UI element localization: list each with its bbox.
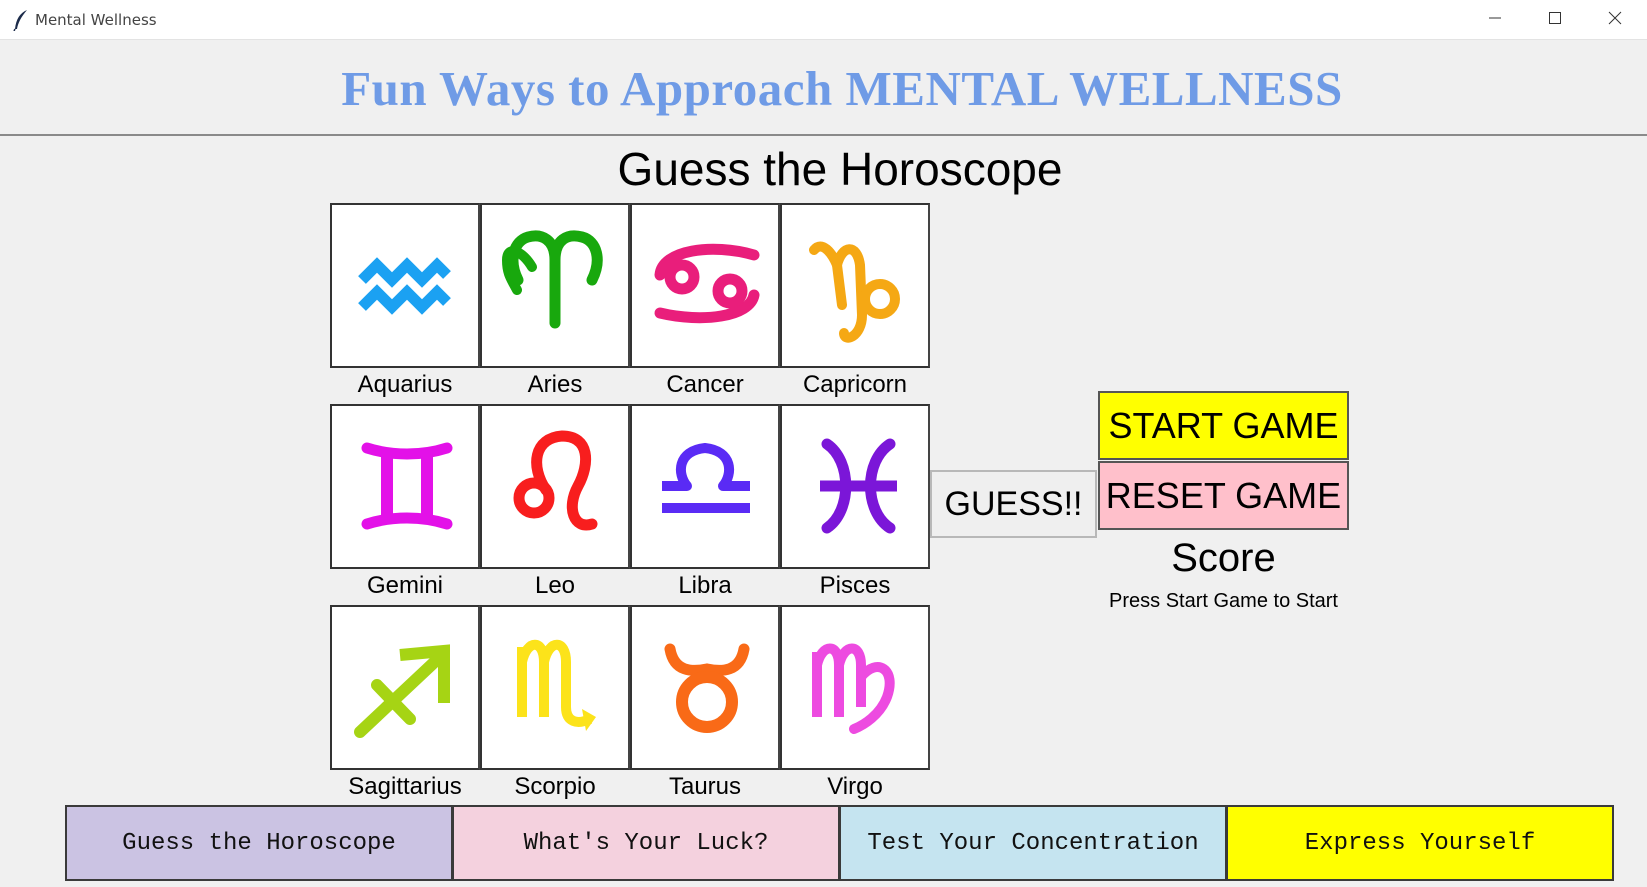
minimize-button[interactable] bbox=[1467, 0, 1523, 40]
reset-game-button[interactable]: RESET GAME bbox=[1098, 461, 1349, 530]
start-game-button[interactable]: START GAME bbox=[1098, 391, 1349, 460]
close-button[interactable] bbox=[1587, 0, 1643, 40]
title-bar: Mental Wellness bbox=[0, 0, 1647, 40]
sign-label: Libra bbox=[678, 572, 732, 599]
sign-tile-scorpio[interactable] bbox=[480, 605, 630, 770]
sign-tile-taurus[interactable] bbox=[630, 605, 780, 770]
score-title: Score bbox=[1171, 536, 1276, 580]
taurus-icon bbox=[664, 643, 750, 733]
maximize-button[interactable] bbox=[1527, 0, 1583, 40]
sign-tile-leo[interactable] bbox=[480, 404, 630, 569]
sign-tile-aries[interactable] bbox=[480, 203, 630, 368]
aries-icon bbox=[501, 230, 603, 329]
sign-tile-virgo[interactable] bbox=[780, 605, 930, 770]
capricorn-icon bbox=[809, 241, 900, 343]
nav-test-concentration[interactable]: Test Your Concentration bbox=[839, 805, 1227, 881]
libra-icon bbox=[662, 443, 750, 513]
sign-tile-aquarius[interactable] bbox=[330, 203, 480, 368]
sign-label: Leo bbox=[534, 572, 576, 599]
sign-tile-capricorn[interactable] bbox=[780, 203, 930, 368]
leo-icon bbox=[513, 430, 598, 531]
header-title: Fun Ways to Approach MENTAL WELLNESS bbox=[341, 61, 1343, 116]
close-icon bbox=[1608, 11, 1622, 30]
sign-label: Pisces bbox=[819, 572, 891, 599]
sign-label: Capricorn bbox=[802, 371, 908, 398]
sign-label: Virgo bbox=[827, 773, 883, 800]
app-window: Mental Wellness Fun Ways to Approach MEN… bbox=[0, 0, 1647, 887]
sign-label: Taurus bbox=[668, 773, 742, 800]
sign-label: Aquarius bbox=[357, 371, 453, 398]
sign-tile-gemini[interactable] bbox=[330, 404, 480, 569]
guess-button[interactable]: GUESS!! bbox=[930, 470, 1097, 538]
nav-express-yourself[interactable]: Express Yourself bbox=[1226, 805, 1614, 881]
sign-tile-cancer[interactable] bbox=[630, 203, 780, 368]
virgo-icon bbox=[812, 643, 895, 734]
aquarius-icon bbox=[358, 257, 451, 315]
page-title: Guess the Horoscope bbox=[617, 143, 1063, 195]
sign-label: Cancer bbox=[666, 371, 744, 398]
score-message: Press Start Game to Start bbox=[1109, 590, 1338, 612]
sign-label: Aries bbox=[527, 371, 583, 398]
feather-icon bbox=[12, 9, 30, 32]
window-title: Mental Wellness bbox=[35, 11, 157, 29]
sign-tile-sagittarius[interactable] bbox=[330, 605, 480, 770]
sagittarius-icon bbox=[354, 644, 450, 738]
cancer-icon bbox=[654, 243, 760, 324]
gemini-icon bbox=[361, 442, 453, 530]
maximize-icon bbox=[1548, 11, 1562, 30]
app-header: Fun Ways to Approach MENTAL WELLNESS bbox=[0, 40, 1647, 136]
nav-guess-horoscope[interactable]: Guess the Horoscope bbox=[65, 805, 453, 881]
sign-tile-pisces[interactable] bbox=[780, 404, 930, 569]
pisces-icon bbox=[820, 438, 897, 534]
sign-label: Sagittarius bbox=[348, 773, 462, 800]
sign-label: Scorpio bbox=[514, 773, 596, 800]
minimize-icon bbox=[1488, 11, 1502, 30]
scorpio-icon bbox=[517, 639, 596, 731]
sign-tile-libra[interactable] bbox=[630, 404, 780, 569]
nav-whats-your-luck[interactable]: What's Your Luck? bbox=[452, 805, 840, 881]
sign-label: Gemini bbox=[366, 572, 444, 599]
